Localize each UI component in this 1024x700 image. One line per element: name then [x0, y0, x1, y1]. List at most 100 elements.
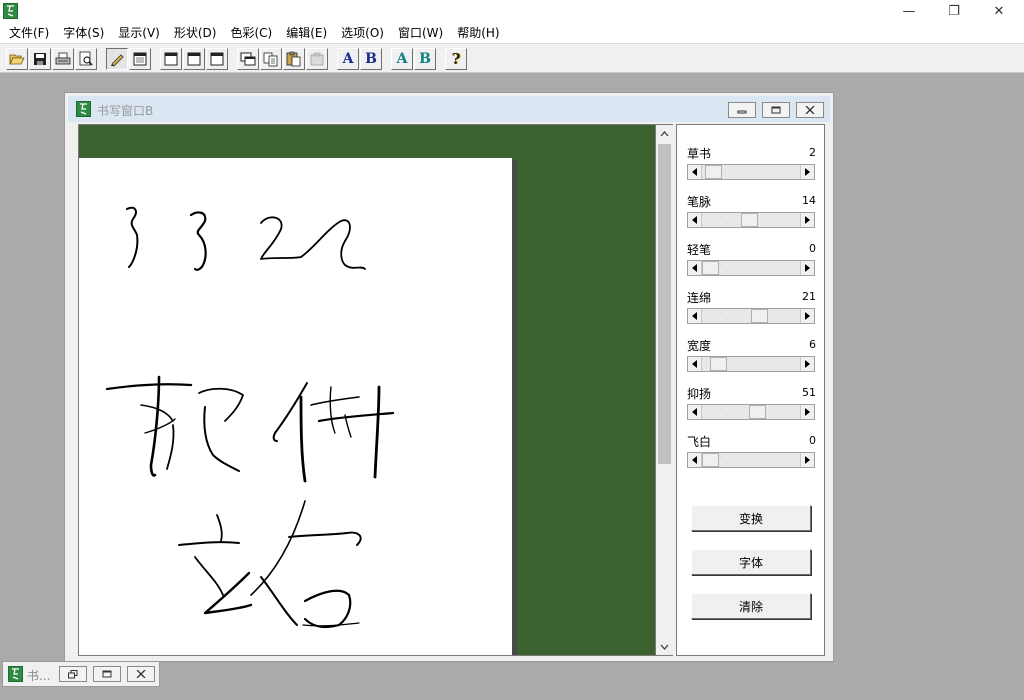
menu-color[interactable]: 色彩(C) [223, 23, 279, 43]
clear-button[interactable]: 清除 [691, 593, 811, 619]
window-b-icon [187, 52, 201, 66]
menu-help[interactable]: 帮助(H) [450, 23, 506, 43]
slider-left-arrow[interactable] [688, 165, 702, 179]
slider-right-arrow[interactable] [800, 405, 814, 419]
slider-label: 抑扬 [687, 387, 712, 401]
slider-thumb[interactable] [710, 357, 728, 371]
disabled-button[interactable] [306, 48, 328, 70]
chevron-down-icon [660, 644, 669, 650]
slider-thumb[interactable] [750, 309, 768, 323]
slider-left-arrow[interactable] [688, 357, 702, 371]
window-b-button[interactable] [183, 48, 205, 70]
toolbar: A B A B ? [0, 43, 1024, 73]
slider-track[interactable] [687, 212, 815, 228]
triangle-right-icon [805, 312, 810, 320]
pen-button[interactable] [106, 48, 128, 70]
minimized-restore-button[interactable] [59, 666, 87, 682]
slider-left-arrow[interactable] [688, 453, 702, 467]
child-close-button[interactable] [796, 102, 824, 118]
open-button[interactable] [6, 48, 28, 70]
slider-right-arrow[interactable] [800, 261, 814, 275]
slider-right-arrow[interactable] [800, 453, 814, 467]
triangle-left-icon [692, 168, 697, 176]
scroll-down-button[interactable] [656, 638, 673, 655]
print-button[interactable] [52, 48, 74, 70]
slider-left-arrow[interactable] [688, 405, 702, 419]
slider-label: 轻笔 [687, 243, 712, 257]
window-c-button[interactable] [206, 48, 228, 70]
slider-right-arrow[interactable] [800, 357, 814, 371]
help-button[interactable]: ? [445, 48, 467, 70]
menu-shape[interactable]: 形状(D) [167, 23, 224, 43]
slider-right-arrow[interactable] [800, 213, 814, 227]
slider-track[interactable] [687, 404, 815, 420]
slider-flying-white: 飞白 0 [677, 431, 826, 479]
slider-value: 0 [809, 242, 816, 255]
writing-window-title: 书写窗口B [97, 104, 154, 118]
slider-thumb[interactable] [702, 453, 719, 467]
tile-button[interactable] [237, 48, 259, 70]
slider-thumb[interactable] [740, 213, 758, 227]
font-b-button[interactable]: B [360, 48, 382, 70]
save-button[interactable] [29, 48, 51, 70]
copy-button[interactable] [260, 48, 282, 70]
restore-button[interactable]: ❐ [931, 0, 977, 22]
font-a-button[interactable]: A [337, 48, 359, 70]
slider-cursive: 草书 2 [677, 143, 826, 191]
help-icon: ? [451, 49, 461, 68]
style-b-button[interactable]: B [414, 48, 436, 70]
writing-canvas[interactable] [78, 124, 656, 656]
menu-options[interactable]: 选项(O) [334, 23, 391, 43]
slider-track[interactable] [687, 164, 815, 180]
slider-track[interactable] [687, 260, 815, 276]
slider-track[interactable] [687, 356, 815, 372]
slider-left-arrow[interactable] [688, 213, 702, 227]
maximize-icon [102, 670, 112, 678]
scroll-up-button[interactable] [656, 125, 673, 142]
triangle-right-icon [805, 360, 810, 368]
slider-value: 0 [809, 434, 816, 447]
slider-track[interactable] [687, 308, 815, 324]
font-button[interactable]: 字体 [691, 549, 811, 575]
vertical-scrollbar[interactable] [656, 124, 673, 656]
menu-file[interactable]: 文件(F) [2, 23, 56, 43]
menu-edit[interactable]: 编辑(E) [279, 23, 334, 43]
print-preview-button[interactable] [75, 48, 97, 70]
restore-icon [68, 669, 78, 678]
close-button[interactable]: ✕ [976, 0, 1022, 22]
copy-icon [263, 52, 278, 66]
grid-button[interactable] [129, 48, 151, 70]
slider-track[interactable] [687, 452, 815, 468]
slider-right-arrow[interactable] [800, 309, 814, 323]
triangle-left-icon [692, 360, 697, 368]
triangle-right-icon [805, 216, 810, 224]
slider-thumb[interactable] [705, 165, 723, 179]
transform-button[interactable]: 变换 [691, 505, 811, 531]
menu-window[interactable]: 窗口(W) [391, 23, 450, 43]
writing-window-title-bar[interactable]: 书写窗口B [68, 96, 830, 122]
minimized-close-button[interactable] [127, 666, 155, 682]
menu-view[interactable]: 显示(V) [111, 23, 167, 43]
triangle-left-icon [692, 312, 697, 320]
slider-label: 草书 [687, 147, 712, 161]
slider-thumb[interactable] [702, 261, 719, 275]
child-minimize-button[interactable] [728, 102, 756, 118]
child-maximize-button[interactable] [762, 102, 790, 118]
slider-value: 6 [809, 338, 816, 351]
slider-right-arrow[interactable] [800, 165, 814, 179]
slider-thumb[interactable] [748, 405, 766, 419]
window-a-button[interactable] [160, 48, 182, 70]
menu-font[interactable]: 字体(S) [56, 23, 111, 43]
slider-left-arrow[interactable] [688, 309, 702, 323]
style-a-button[interactable]: A [391, 48, 413, 70]
triangle-right-icon [805, 168, 810, 176]
paste-button[interactable] [283, 48, 305, 70]
close-icon [136, 670, 146, 678]
minimized-window[interactable]: 书... [2, 661, 160, 687]
scroll-thumb[interactable] [658, 144, 671, 464]
minimize-button[interactable]: — [886, 0, 932, 22]
slider-left-arrow[interactable] [688, 261, 702, 275]
triangle-left-icon [692, 264, 697, 272]
minimized-maximize-button[interactable] [93, 666, 121, 682]
window-c-icon [210, 52, 224, 66]
